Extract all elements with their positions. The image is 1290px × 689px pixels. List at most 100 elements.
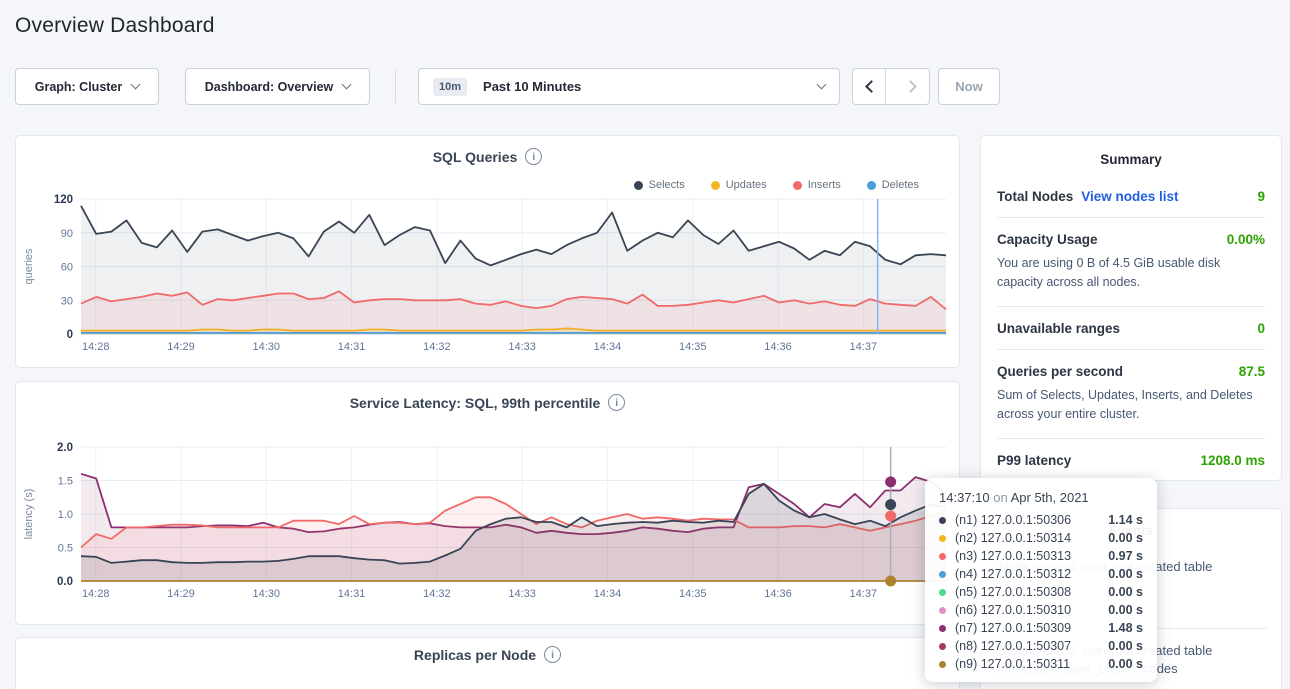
svg-text:14:29: 14:29 [167,341,195,353]
tooltip-node-value: 0.00 s [1108,657,1143,671]
toolbar-divider [395,70,396,103]
queries-per-second-value: 87.5 [1239,364,1265,379]
svg-text:14:28: 14:28 [82,341,110,353]
tooltip-node-row: (n9) 127.0.0.1:50311 0.00 s [939,655,1143,673]
svg-text:14:28: 14:28 [82,588,110,600]
tooltip-node-address: (n7) 127.0.0.1:50309 [955,621,1102,635]
tooltip-node-value: 0.97 s [1108,549,1143,563]
svg-text:30: 30 [61,295,73,307]
p99-latency-label: P99 latency [997,453,1071,468]
svg-text:14:30: 14:30 [253,341,281,353]
replicas-per-node-card: Replicas per Node i [15,637,960,689]
summary-row-total-nodes: Total Nodes View nodes list 9 [997,175,1265,218]
svg-text:14:33: 14:33 [508,341,536,353]
svg-text:14:32: 14:32 [423,588,451,600]
tooltip-node-address: (n5) 127.0.0.1:50308 [955,585,1102,599]
svg-text:14:32: 14:32 [423,341,451,353]
next-time-button[interactable] [896,69,929,104]
series-dot-icon [939,517,946,524]
tooltip-node-address: (n2) 127.0.0.1:50314 [955,531,1102,545]
chevron-down-icon [817,80,827,90]
replicas-per-node-title: Replicas per Node [414,647,536,663]
svg-text:14:34: 14:34 [594,588,622,600]
previous-time-button[interactable] [853,69,886,104]
time-range-label: Past 10 Minutes [483,79,808,94]
tooltip-node-value: 0.00 s [1108,639,1143,653]
tooltip-node-value: 1.14 s [1108,513,1143,527]
svg-text:14:33: 14:33 [508,588,536,600]
service-latency-chart[interactable]: 14:2814:2914:3014:3114:3214:3314:3414:35… [16,382,961,626]
tooltip-on: on [993,490,1007,505]
series-dot-icon [939,625,946,632]
svg-text:1.5: 1.5 [58,476,73,488]
tooltip-node-address: (n3) 127.0.0.1:50313 [955,549,1102,563]
tooltip-node-address: (n6) 127.0.0.1:50310 [955,603,1102,617]
svg-text:14:37: 14:37 [850,341,878,353]
view-nodes-list-link[interactable]: View nodes list [1081,189,1178,204]
svg-text:14:31: 14:31 [338,588,366,600]
tooltip-node-row: (n5) 127.0.0.1:50308 0.00 s [939,583,1143,601]
series-dot-icon [939,643,946,650]
tooltip-node-value: 0.00 s [1108,585,1143,599]
tooltip-node-value: 0.00 s [1108,603,1143,617]
svg-text:latency (s): latency (s) [23,489,35,540]
summary-row-p99-latency: P99 latency 1208.0 ms [997,439,1265,481]
graph-dropdown[interactable]: Graph: Cluster [15,68,159,105]
svg-text:14:31: 14:31 [338,341,366,353]
svg-text:14:36: 14:36 [764,341,792,353]
tooltip-node-row: (n6) 127.0.0.1:50310 0.00 s [939,601,1143,619]
svg-text:60: 60 [61,262,73,274]
queries-per-second-label: Queries per second [997,364,1123,379]
svg-text:0.0: 0.0 [57,576,73,588]
series-dot-icon [939,607,946,614]
unavailable-ranges-label: Unavailable ranges [997,321,1120,336]
tooltip-node-row: (n8) 127.0.0.1:503070.00 s [939,637,1143,655]
tooltip-node-address: (n4) 127.0.0.1:50312 [955,567,1102,581]
total-nodes-value: 9 [1257,189,1265,204]
svg-text:14:30: 14:30 [253,588,281,600]
tooltip-node-row: (n1) 127.0.0.1:50306 1.14 s [939,511,1143,529]
now-button[interactable]: Now [938,68,1000,105]
info-icon[interactable]: i [544,646,561,663]
svg-text:14:37: 14:37 [850,588,878,600]
svg-text:120: 120 [54,194,73,206]
svg-text:2.0: 2.0 [57,442,73,454]
capacity-usage-label: Capacity Usage [997,232,1098,247]
svg-text:14:35: 14:35 [679,341,707,353]
tooltip-timestamp: 14:37:10 on Apr 5th, 2021 [939,490,1143,505]
series-dot-icon [939,553,946,560]
chevron-left-icon [865,80,878,93]
tooltip-node-row: (n7) 127.0.0.1:50309 1.48 s [939,619,1143,637]
dashboard-dropdown[interactable]: Dashboard: Overview [185,68,370,105]
dashboard-dropdown-label: Dashboard: Overview [205,80,334,94]
sql-queries-chart[interactable]: 14:28 14:29 14:30 14:31 14:32 14:33 14:34 14:35… [16,136,961,369]
sql-queries-card: SQL Queries i SelectsUpdatesInsertsDelet… [15,135,960,368]
tooltip-node-address: (n9) 127.0.0.1:50311 [955,657,1102,671]
svg-text:0.5: 0.5 [58,543,73,555]
svg-text:0: 0 [67,329,73,341]
page-title: Overview Dashboard [15,14,215,38]
series-dot-icon [939,571,946,578]
p99-latency-value: 1208.0 ms [1200,453,1265,468]
chart-hover-tooltip: 14:37:10 on Apr 5th, 2021 (n1) 127.0.0.1… [925,478,1157,682]
tooltip-node-value: 1.48 s [1108,621,1143,635]
time-range-badge: 10m [433,78,467,96]
series-dot-icon [939,589,946,596]
svg-text:90: 90 [61,228,73,240]
graph-dropdown-label: Graph: Cluster [35,80,123,94]
series-dot-icon [939,661,946,668]
tooltip-node-row: (n4) 127.0.0.1:503120.00 s [939,565,1143,583]
svg-text:14:29: 14:29 [167,588,195,600]
tooltip-time: 14:37:10 [939,490,990,505]
tooltip-node-address: (n1) 127.0.0.1:50306 [955,513,1102,527]
summary-heading: Summary [981,136,1281,167]
summary-panel: Summary Total Nodes View nodes list 9 Ca… [980,135,1282,481]
time-step-buttons [852,68,930,105]
svg-text:14:34: 14:34 [594,341,622,353]
unavailable-ranges-value: 0 [1257,321,1265,336]
total-nodes-label: Total Nodes [997,189,1073,204]
time-range-dropdown[interactable]: 10m Past 10 Minutes [418,68,840,105]
queries-per-second-note: Sum of Selects, Updates, Inserts, and De… [997,386,1265,425]
svg-text:14:36: 14:36 [764,588,792,600]
summary-row-unavailable-ranges: Unavailable ranges 0 [997,307,1265,350]
